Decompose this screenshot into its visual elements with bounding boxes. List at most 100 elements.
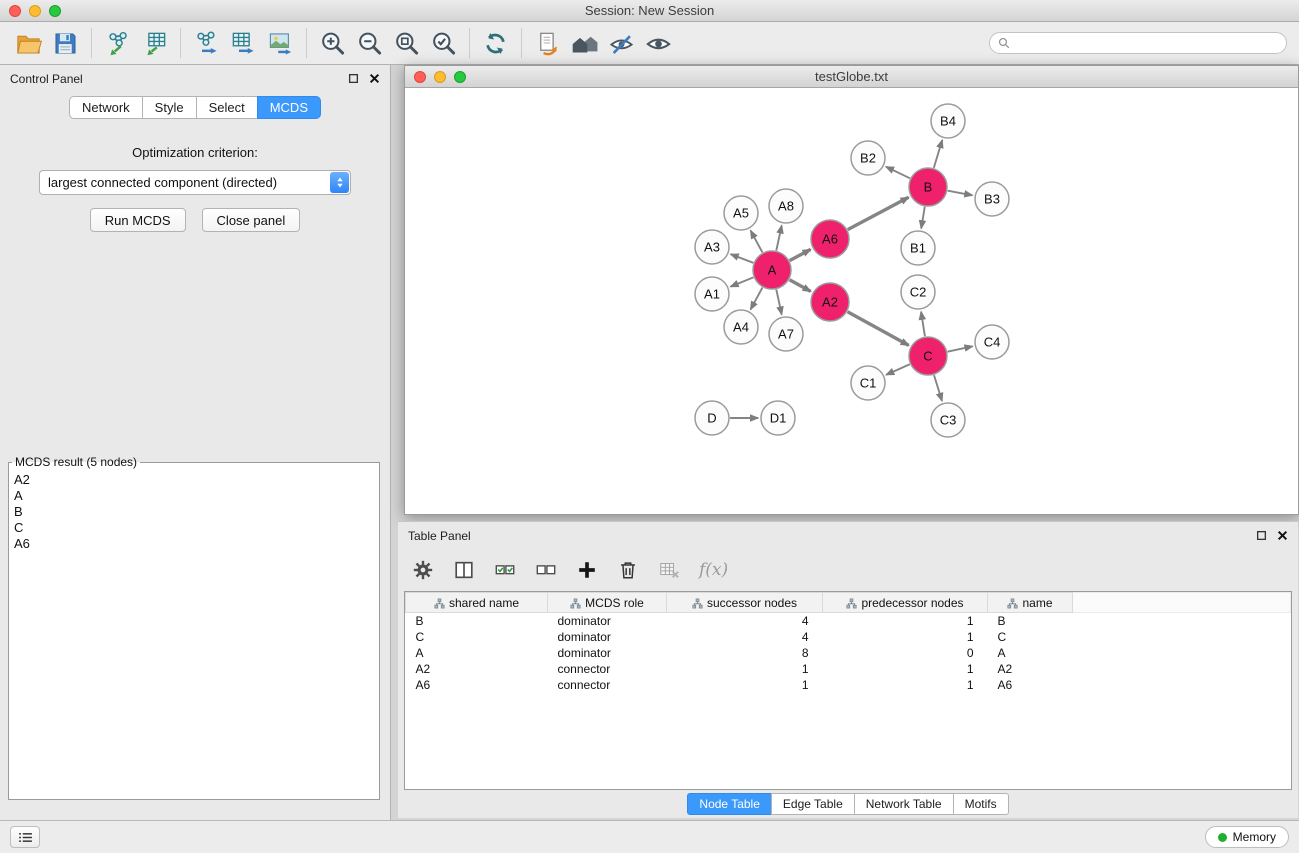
edge-A-to-A3[interactable] (731, 254, 754, 263)
node-A8[interactable]: A8 (769, 189, 803, 223)
titlebar[interactable]: Session: New Session (0, 0, 1299, 22)
edge-A-to-A4[interactable] (751, 288, 763, 310)
zoom-in-icon[interactable] (314, 25, 351, 61)
edge-B-to-B1[interactable] (921, 207, 925, 229)
node-D1[interactable]: D1 (761, 401, 795, 435)
criterion-dropdown[interactable]: largest connected component (directed) (39, 170, 351, 195)
mcds-result-item[interactable]: A2 (14, 472, 374, 488)
close-panel-button[interactable]: Close panel (202, 208, 301, 232)
cell-predecessor-nodes[interactable]: 1 (823, 661, 988, 677)
search-field[interactable] (989, 32, 1287, 54)
cell-name[interactable]: A2 (988, 661, 1073, 677)
cell-successor-nodes[interactable]: 4 (667, 629, 823, 645)
open-file-icon[interactable] (10, 25, 47, 61)
float-icon[interactable] (1256, 530, 1267, 541)
edge-C-to-C2[interactable] (921, 312, 925, 336)
node-C4[interactable]: C4 (975, 325, 1009, 359)
list-menu-icon[interactable] (10, 826, 40, 848)
open-session-file-icon[interactable] (529, 25, 566, 61)
tab-network-table[interactable]: Network Table (854, 793, 954, 815)
zoom-window-button[interactable] (49, 5, 61, 17)
edge-B-to-B2[interactable] (886, 167, 910, 179)
edge-A-to-A7[interactable] (776, 290, 781, 315)
edge-A-to-A5[interactable] (751, 231, 763, 253)
network-canvas[interactable]: B4B2BB3A5A8A6B1A3AC2A1A2A4A7C4CC1C3DD1 (405, 88, 1298, 514)
tab-style[interactable]: Style (142, 96, 197, 119)
cell-successor-nodes[interactable]: 8 (667, 645, 823, 661)
cell-shared-name[interactable]: C (406, 629, 548, 645)
cell-name[interactable]: A6 (988, 677, 1073, 693)
import-table-from-file-icon[interactable] (136, 25, 173, 61)
cell-shared-name[interactable]: A2 (406, 661, 548, 677)
column-header-name[interactable]: name (988, 593, 1073, 613)
node-A3[interactable]: A3 (695, 230, 729, 264)
cell-successor-nodes[interactable]: 4 (667, 613, 823, 629)
export-image-icon[interactable] (262, 25, 299, 61)
export-table-icon[interactable] (225, 25, 262, 61)
node-A7[interactable]: A7 (769, 317, 803, 351)
network-minimize-button[interactable] (434, 71, 446, 83)
tab-motifs[interactable]: Motifs (953, 793, 1009, 815)
tab-edge-table[interactable]: Edge Table (771, 793, 855, 815)
cell-shared-name[interactable]: A6 (406, 677, 548, 693)
minimize-window-button[interactable] (29, 5, 41, 17)
node-C2[interactable]: C2 (901, 275, 935, 309)
run-mcds-button[interactable]: Run MCDS (90, 208, 186, 232)
cell-mcds-role[interactable]: dominator (548, 613, 667, 629)
edge-B-to-B4[interactable] (934, 140, 942, 168)
function-builder-icon[interactable]: f(x) (699, 560, 728, 580)
column-header-predecessor-nodes[interactable]: predecessor nodes (823, 593, 988, 613)
node-C3[interactable]: C3 (931, 403, 965, 437)
cell-shared-name[interactable]: B (406, 613, 548, 629)
column-header-mcds-role[interactable]: MCDS role (548, 593, 667, 613)
node-B[interactable]: B (909, 168, 947, 206)
dropdown-stepper-icon[interactable] (330, 172, 349, 193)
cell-successor-nodes[interactable]: 1 (667, 677, 823, 693)
node-B4[interactable]: B4 (931, 104, 965, 138)
delete-table-icon[interactable] (656, 557, 682, 583)
search-input[interactable] (1015, 36, 1278, 50)
tab-network[interactable]: Network (69, 96, 143, 119)
tab-mcds[interactable]: MCDS (257, 96, 321, 119)
node-B3[interactable]: B3 (975, 182, 1009, 216)
zoom-selected-region-icon[interactable] (425, 25, 462, 61)
node-B2[interactable]: B2 (851, 141, 885, 175)
cell-mcds-role[interactable]: dominator (548, 645, 667, 661)
float-icon[interactable] (348, 73, 359, 84)
column-header-shared-name[interactable]: shared name (406, 593, 548, 613)
cell-successor-nodes[interactable]: 1 (667, 661, 823, 677)
mcds-result-item[interactable]: A6 (14, 536, 374, 552)
cell-name[interactable]: B (988, 613, 1073, 629)
node-C[interactable]: C (909, 337, 947, 375)
tab-select[interactable]: Select (196, 96, 258, 119)
node-D[interactable]: D (695, 401, 729, 435)
cell-mcds-role[interactable]: connector (548, 661, 667, 677)
edge-A-to-A8[interactable] (776, 226, 781, 251)
zoom-out-icon[interactable] (351, 25, 388, 61)
import-network-from-file-icon[interactable] (99, 25, 136, 61)
node-A4[interactable]: A4 (724, 310, 758, 344)
node-B1[interactable]: B1 (901, 231, 935, 265)
cell-predecessor-nodes[interactable]: 1 (823, 629, 988, 645)
add-icon[interactable] (574, 557, 600, 583)
gear-icon[interactable] (410, 557, 436, 583)
apply-preferred-layout-icon[interactable] (477, 25, 514, 61)
node-A2[interactable]: A2 (811, 283, 849, 321)
select-all-icon[interactable] (492, 557, 518, 583)
cell-name[interactable]: C (988, 629, 1073, 645)
mcds-result-item[interactable]: B (14, 504, 374, 520)
export-network-icon[interactable] (188, 25, 225, 61)
network-window-titlebar[interactable]: testGlobe.txt (405, 66, 1298, 88)
node-A5[interactable]: A5 (724, 196, 758, 230)
edge-B-to-B3[interactable] (948, 191, 973, 196)
node-A1[interactable]: A1 (695, 277, 729, 311)
show-overview-eye-icon[interactable] (640, 25, 677, 61)
edge-A2-to-C[interactable] (848, 312, 909, 346)
edge-A6-to-B[interactable] (848, 197, 909, 229)
cell-name[interactable]: A (988, 645, 1073, 661)
cell-mcds-role[interactable]: dominator (548, 629, 667, 645)
edge-C-to-C4[interactable] (948, 346, 973, 351)
cell-predecessor-nodes[interactable]: 1 (823, 613, 988, 629)
tab-node-table[interactable]: Node Table (687, 793, 772, 815)
deselect-all-icon[interactable] (533, 557, 559, 583)
